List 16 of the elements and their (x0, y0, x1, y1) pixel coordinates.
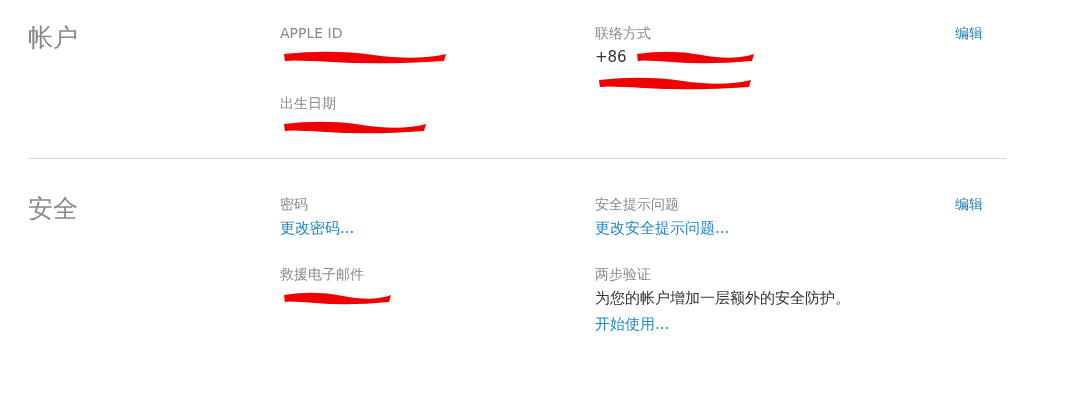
field-label: 密码 (280, 195, 308, 214)
field-label: 联络方式 (595, 24, 651, 43)
link[interactable]: 更改安全提示问题... (595, 215, 730, 241)
field-label: 救援电子邮件 (280, 265, 364, 284)
section-title: 帐户 (28, 22, 78, 54)
field-label: 两步验证 (595, 265, 651, 284)
edit-link[interactable]: 编辑 (955, 22, 983, 44)
link[interactable]: 更改密码... (280, 215, 355, 241)
field-label: 安全提示问题 (595, 195, 679, 214)
field-label: APPLE ID (280, 24, 343, 43)
link[interactable]: 开始使用... (595, 311, 670, 337)
field-value: 为您的帐户增加一层额外的安全防护。 (595, 288, 850, 309)
field-label: 出生日期 (280, 94, 336, 113)
edit-link[interactable]: 编辑 (955, 193, 983, 215)
field-value: +86 (595, 47, 627, 68)
section-title: 安全 (28, 193, 78, 225)
